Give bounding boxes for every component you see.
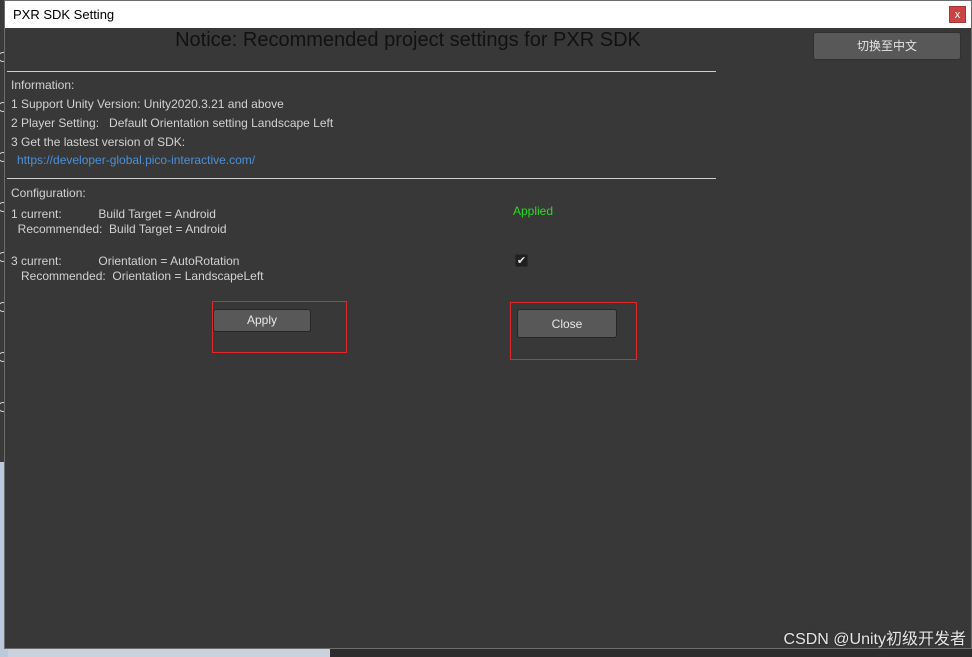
- build-target-status-applied: Applied: [513, 204, 554, 218]
- switch-language-button[interactable]: 切换至中文: [813, 32, 961, 60]
- divider: [7, 178, 716, 179]
- info-line-player-setting: 2 Player Setting: Default Orientation se…: [11, 116, 334, 130]
- config-build-target-recommended: Recommended: Build Target = Android: [11, 222, 227, 236]
- editor-background-bottom: [330, 649, 972, 657]
- orientation-checkbox[interactable]: ✔: [515, 254, 528, 267]
- information-heading: Information:: [11, 78, 75, 92]
- close-highlight-box: [510, 302, 637, 360]
- pxr-sdk-setting-window: PXR SDK Setting x Notice: Recommended pr…: [4, 0, 972, 649]
- checkmark-icon: ✔: [516, 255, 527, 267]
- divider: [7, 71, 716, 72]
- config-build-target-current: 1 current: Build Target = Android: [11, 207, 216, 221]
- info-line-sdk-version: 3 Get the lastest version of SDK:: [11, 135, 186, 149]
- sdk-download-link[interactable]: https://developer-global.pico-interactiv…: [17, 153, 255, 167]
- title-bar[interactable]: PXR SDK Setting x: [5, 1, 971, 28]
- config-orientation-current: 3 current: Orientation = AutoRotation: [11, 254, 240, 268]
- window-title: PXR SDK Setting: [13, 7, 115, 22]
- info-line-unity-version: 1 Support Unity Version: Unity2020.3.21 …: [11, 97, 284, 111]
- window-close-icon[interactable]: x: [949, 6, 966, 23]
- config-orientation-recommended: Recommended: Orientation = LandscapeLeft: [11, 269, 264, 283]
- configuration-heading: Configuration:: [11, 186, 86, 200]
- apply-highlight-box: [212, 301, 347, 353]
- csdn-watermark: CSDN @Unity初级开发者: [783, 631, 966, 648]
- notice-heading: Notice: Recommended project settings for…: [175, 29, 641, 51]
